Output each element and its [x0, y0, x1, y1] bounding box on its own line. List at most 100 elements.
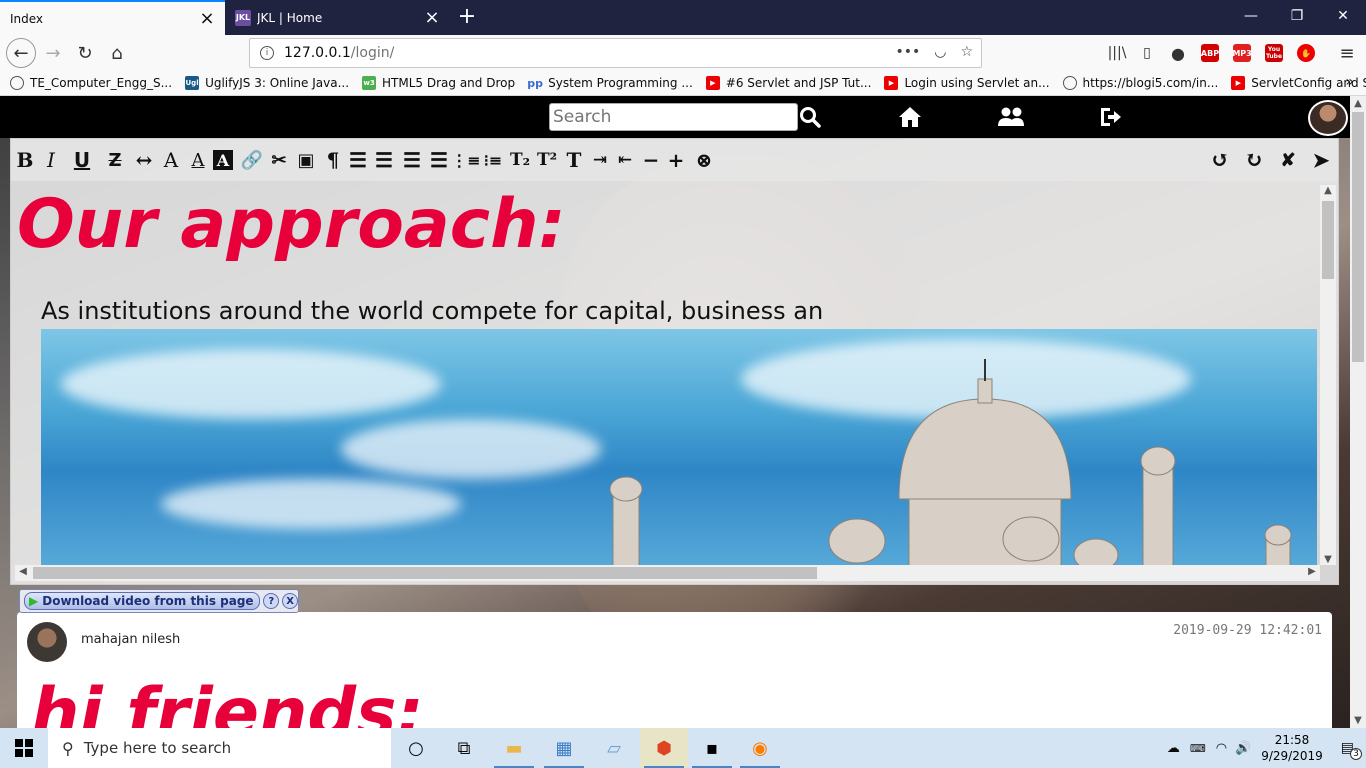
- library-icon[interactable]: |||\: [1102, 38, 1132, 68]
- align-justify-icon[interactable]: ☰: [400, 147, 424, 173]
- task-view-icon[interactable]: ⧉: [440, 728, 488, 768]
- clock[interactable]: 21:58 9/29/2019: [1261, 732, 1323, 764]
- superscript-icon[interactable]: T²: [535, 147, 559, 173]
- scroll-thumb[interactable]: [33, 567, 817, 579]
- bookmark-item[interactable]: w3 HTML5 Drag and Drop: [362, 76, 515, 90]
- bold-icon[interactable]: B: [13, 147, 37, 173]
- new-tab-button[interactable]: +: [455, 4, 479, 29]
- bookmark-item[interactable]: pp System Programming ...: [527, 76, 693, 90]
- subscript-icon[interactable]: T₂: [508, 147, 532, 173]
- restore-button[interactable]: ❐: [1274, 0, 1320, 32]
- app-icon[interactable]: ▦: [540, 728, 588, 768]
- horizontal-resize-icon[interactable]: ↔: [132, 147, 156, 173]
- adblock-icon[interactable]: ABP: [1201, 44, 1219, 62]
- unlink-icon[interactable]: ✂: [267, 147, 291, 173]
- page-actions-icon[interactable]: •••: [895, 44, 920, 60]
- logout-icon[interactable]: [1095, 104, 1125, 130]
- close-icon[interactable]: X: [282, 593, 298, 609]
- site-info-icon[interactable]: i: [260, 46, 274, 60]
- redo-icon[interactable]: ↻: [1242, 147, 1266, 173]
- minimize-button[interactable]: —: [1228, 0, 1274, 32]
- avatar[interactable]: [27, 622, 67, 662]
- italic-icon[interactable]: I: [39, 147, 63, 173]
- help-icon[interactable]: ?: [263, 593, 280, 609]
- send-icon[interactable]: ➤: [1309, 147, 1333, 173]
- bookmark-item[interactable]: Ugl UglifyJS 3: Online Java...: [185, 76, 349, 90]
- align-right-icon[interactable]: ☰: [346, 147, 370, 173]
- editor-vertical-scrollbar[interactable]: ▲ ▼: [1320, 185, 1336, 565]
- strikethrough-icon[interactable]: Z: [103, 147, 127, 173]
- youtube-icon[interactable]: You Tube: [1265, 44, 1283, 62]
- ordered-list-icon[interactable]: ⋮≡: [451, 147, 480, 173]
- unordered-list-icon[interactable]: ⁝≡: [481, 147, 505, 173]
- close-window-button[interactable]: ✕: [1320, 0, 1366, 32]
- terminal-icon[interactable]: ▪: [688, 728, 736, 768]
- scroll-down-icon[interactable]: ▼: [1320, 554, 1336, 565]
- users-icon[interactable]: [996, 104, 1026, 130]
- discard-icon[interactable]: ✘: [1276, 147, 1300, 173]
- minus-icon[interactable]: −: [639, 147, 663, 173]
- forward-button[interactable]: →: [38, 38, 68, 68]
- paragraph-icon[interactable]: ¶: [321, 147, 345, 173]
- remove-circle-icon[interactable]: ⊗: [692, 147, 716, 173]
- tab-index[interactable]: Index ×: [0, 0, 225, 35]
- scroll-right-icon[interactable]: ▶: [1304, 566, 1320, 577]
- scroll-thumb[interactable]: [1352, 112, 1364, 362]
- account-icon[interactable]: ●: [1163, 38, 1193, 68]
- home-button[interactable]: ⌂: [102, 38, 132, 68]
- outdent-icon[interactable]: ⇤: [613, 147, 637, 173]
- cortana-icon[interactable]: ○: [392, 728, 440, 768]
- underline-icon[interactable]: U: [70, 147, 94, 173]
- notepad-icon[interactable]: ▱: [590, 728, 638, 768]
- clear-format-icon[interactable]: T: [562, 147, 586, 173]
- sidebar-icon[interactable]: ▯: [1132, 38, 1162, 68]
- menu-icon[interactable]: ≡: [1332, 38, 1362, 68]
- volume-icon[interactable]: 🔊: [1235, 741, 1251, 756]
- input-method-icon[interactable]: ⌨: [1190, 742, 1206, 755]
- start-button[interactable]: [0, 728, 48, 768]
- scroll-thumb[interactable]: [1322, 201, 1334, 279]
- pocket-icon[interactable]: ◡: [934, 44, 946, 60]
- plus-icon[interactable]: +: [664, 147, 688, 173]
- wifi-icon[interactable]: ◠: [1216, 741, 1227, 756]
- taskbar-search[interactable]: ⚲ Type here to search: [48, 728, 391, 768]
- search-input[interactable]: [549, 103, 798, 131]
- search-icon[interactable]: [795, 104, 825, 130]
- bookmark-item[interactable]: ▶ Login using Servlet an...: [884, 76, 1050, 90]
- editor-horizontal-scrollbar[interactable]: ◀ ▶: [15, 565, 1320, 581]
- bookmark-item[interactable]: TE_Computer_Engg_S...: [10, 76, 172, 90]
- link-icon[interactable]: 🔗: [240, 147, 264, 173]
- font-size-icon[interactable]: A: [159, 147, 183, 173]
- image-icon[interactable]: ▣: [294, 147, 318, 173]
- bookmark-item[interactable]: https://blogi5.com/in...: [1062, 76, 1218, 90]
- font-color-icon[interactable]: A: [186, 147, 210, 173]
- file-explorer-icon[interactable]: ▬: [490, 728, 538, 768]
- align-left-icon[interactable]: ☰: [372, 147, 396, 173]
- mp3-icon[interactable]: MP3: [1232, 44, 1252, 62]
- ide-icon[interactable]: ⬢: [640, 728, 688, 768]
- post-author[interactable]: mahajan nilesh: [81, 632, 180, 647]
- close-tab-icon[interactable]: ×: [424, 8, 440, 27]
- firefox-icon[interactable]: ◉: [736, 728, 784, 768]
- chevron-right-icon[interactable]: »: [1345, 74, 1354, 90]
- home-icon[interactable]: [895, 104, 925, 130]
- tab-jkl-home[interactable]: JKL JKL | Home ×: [225, 0, 450, 35]
- url-bar[interactable]: i 127.0.0.1/login/ ••• ◡ ☆: [249, 38, 982, 68]
- network-status-icon[interactable]: ☁: [1167, 741, 1180, 756]
- reload-button[interactable]: ↻: [70, 38, 100, 68]
- notifications-icon[interactable]: ▤ 3: [1341, 740, 1362, 760]
- extension-icon[interactable]: ✋: [1297, 44, 1315, 62]
- download-video-button[interactable]: ▶ Download video from this page: [24, 592, 261, 610]
- editor-content[interactable]: Our approach: As institutions around the…: [15, 185, 1317, 565]
- bookmark-star-icon[interactable]: ☆: [960, 44, 973, 60]
- page-vertical-scrollbar[interactable]: ▲ ▼: [1350, 96, 1366, 728]
- scroll-up-icon[interactable]: ▲: [1350, 98, 1366, 109]
- scroll-left-icon[interactable]: ◀: [15, 566, 31, 577]
- align-center-icon[interactable]: ☰: [427, 147, 451, 173]
- avatar[interactable]: [1308, 100, 1348, 136]
- close-tab-icon[interactable]: ×: [199, 9, 215, 28]
- undo-icon[interactable]: ↺: [1208, 147, 1232, 173]
- highlight-icon[interactable]: A: [213, 150, 233, 170]
- indent-icon[interactable]: ⇥: [588, 147, 612, 173]
- scroll-up-icon[interactable]: ▲: [1320, 185, 1336, 196]
